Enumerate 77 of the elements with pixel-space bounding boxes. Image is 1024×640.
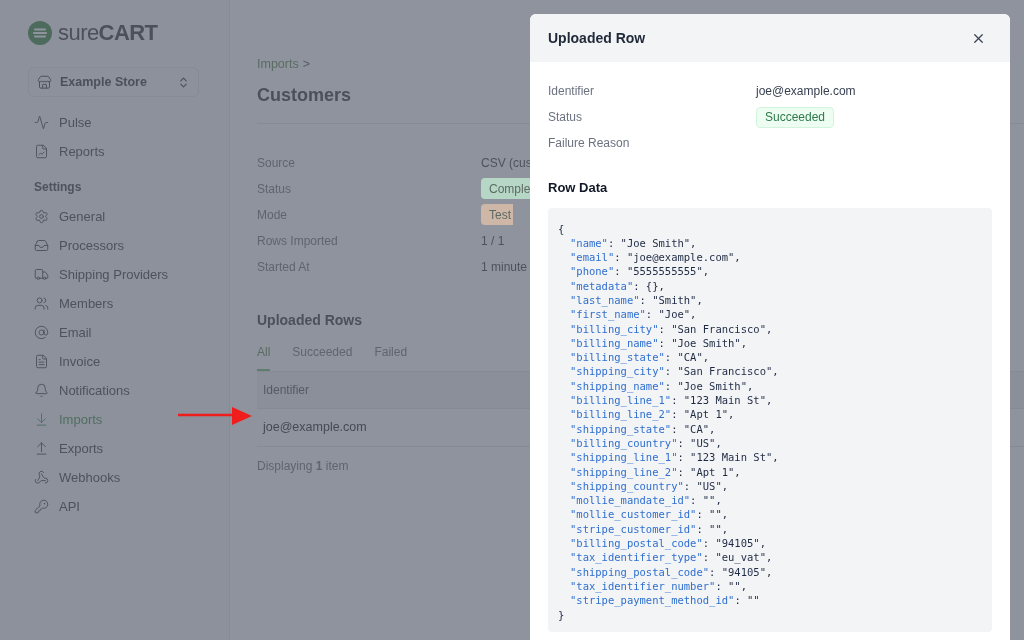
detail-value: 1 / 1 <box>481 232 505 250</box>
field-value: joe@example.com <box>756 83 856 100</box>
code-line: "stripe_customer_id": "", <box>569 521 729 537</box>
code-line: "shipping_name": "Joe Smith", <box>569 378 754 394</box>
truck-icon <box>34 267 49 282</box>
settings-icon <box>34 209 49 224</box>
sidebar-item[interactable]: Pulse <box>34 108 199 137</box>
code-line: { <box>558 221 565 236</box>
code-line: "phone": "5555555555", <box>569 264 710 279</box>
code-line: "shipping_postal_code": "94105", <box>569 564 773 579</box>
document-icon <box>34 354 49 369</box>
code-line: "last_name": "Smith", <box>569 293 703 308</box>
code-line: "mollie_customer_id": "", <box>569 507 729 522</box>
breadcrumb-link[interactable]: Imports <box>257 55 299 74</box>
users-icon <box>34 296 49 311</box>
code-line: "name": "Joe Smith", <box>569 235 697 251</box>
code-line: "shipping_line_1": "123 Main St", <box>569 450 779 465</box>
sidebar-item[interactable]: Email <box>34 318 199 347</box>
download-icon <box>34 412 49 427</box>
code-line: "billing_line_1": "123 Main St", <box>569 393 773 408</box>
store-icon <box>37 74 52 90</box>
sidebar-item[interactable]: Notifications <box>34 376 199 405</box>
pulse-icon <box>34 115 49 130</box>
status-badge: Test <box>481 204 513 226</box>
code-line: "shipping_line_2": "Apt 1", <box>569 464 741 479</box>
sidebar-item[interactable]: Reports <box>34 137 199 166</box>
bell-icon <box>34 383 49 398</box>
detail-value: 1 minute <box>481 258 528 276</box>
arrow-icon <box>178 406 252 426</box>
inbox-icon <box>34 238 49 253</box>
code-line: "billing_country": "US", <box>569 436 722 451</box>
status-badge: Succeeded <box>756 106 835 128</box>
code-line: "email": "joe@example.com", <box>569 250 741 265</box>
code-line: "billing_line_2": "Apt 1", <box>569 407 735 422</box>
sidebar-item[interactable]: Webhooks <box>34 463 199 492</box>
code-line: "tax_identifier_type": "eu_vat", <box>569 550 773 565</box>
table-cell-text: joe@example.com <box>263 418 367 436</box>
code-line: "tax_identifier_number": "", <box>569 579 747 594</box>
code-line: "mollie_mandate_id": "", <box>569 493 722 508</box>
status-badge: Comple <box>481 178 533 200</box>
section-title: Settings <box>33 179 83 196</box>
code-line: } <box>558 607 565 622</box>
field-label: Failure Reason <box>548 135 631 152</box>
code-line: "shipping_state": "CA", <box>569 421 716 436</box>
code-line: "billing_state": "CA", <box>569 350 710 365</box>
filter-tab[interactable]: All <box>257 342 271 371</box>
code-line: "shipping_country": "US", <box>569 479 729 494</box>
sidebar-item[interactable]: General <box>34 202 199 231</box>
key-icon <box>34 499 49 514</box>
sidebar-item[interactable]: Shipping Providers <box>34 260 199 289</box>
field-label: Status <box>548 109 584 126</box>
sidebar-item[interactable]: Processors <box>34 231 199 260</box>
logo-icon <box>28 20 52 45</box>
code-line: "billing_name": "Joe Smith", <box>569 336 748 351</box>
upload-icon <box>34 441 49 456</box>
field-label: Identifier <box>548 83 596 100</box>
chevrons-icon <box>177 75 190 89</box>
store-switcher[interactable]: Example Store <box>28 67 199 97</box>
code-line: "metadata": {}, <box>569 278 665 293</box>
section-title: Row Data <box>548 179 609 197</box>
breadcrumb-separator: > <box>302 56 310 73</box>
sidebar-item[interactable]: Members <box>34 289 199 318</box>
logo-text: sureCART <box>58 19 158 47</box>
modal-title: Uploaded Row <box>548 28 646 48</box>
sidebar-item[interactable]: Exports <box>34 434 199 463</box>
webhook-icon <box>34 470 49 485</box>
at-sign-icon <box>34 325 49 340</box>
section-title: Uploaded Rows <box>257 310 362 330</box>
sidebar-item[interactable]: Imports <box>34 405 199 434</box>
code-line: "shipping_city": "San Francisco", <box>569 364 779 379</box>
sidebar-item[interactable]: API <box>34 492 199 521</box>
chart-document-icon <box>34 144 49 159</box>
code-line: "stripe_payment_method_id": "" <box>569 593 760 608</box>
sidebar-item[interactable]: Invoice <box>34 347 199 376</box>
code-line: "first_name": "Joe", <box>569 307 697 322</box>
code-line: "billing_postal_code": "94105", <box>569 536 766 551</box>
code-line: "billing_city": "San Francisco", <box>569 321 773 336</box>
